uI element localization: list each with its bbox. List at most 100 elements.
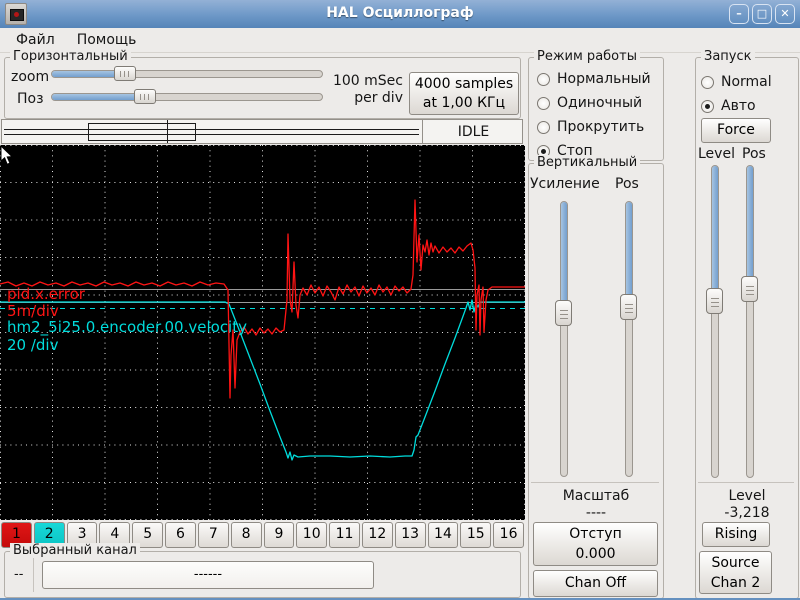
divider — [698, 482, 794, 483]
menu-file[interactable]: Файл — [6, 29, 65, 51]
horizontal-panel-label: Горизонтальный — [10, 49, 131, 64]
zoom-slider-track — [51, 70, 323, 78]
pos-slider-track — [51, 93, 323, 101]
pos-slider-handle[interactable] — [134, 89, 156, 104]
record-position-strip: IDLE — [1, 119, 523, 144]
scale-caption: Масштаб — [562, 488, 630, 504]
samples-count: 4000 samples — [414, 75, 514, 92]
channel-button-8[interactable]: 8 — [230, 522, 262, 548]
edge-button[interactable]: Rising — [702, 522, 770, 547]
trigger-pos-slider-track — [746, 165, 754, 478]
run-mode-single[interactable]: Одиночный — [537, 95, 642, 111]
samples-button[interactable]: 4000 samples at 1,00 КГц — [409, 72, 519, 115]
channel-button-15[interactable]: 15 — [460, 522, 492, 548]
trigger-pos-slider-fill — [747, 166, 753, 291]
channel-button-6[interactable]: 6 — [165, 522, 196, 548]
vertical-panel-label: Вертикальный — [534, 155, 641, 170]
trigger-auto-label: Авто — [721, 98, 756, 114]
pos-slider-fill — [52, 94, 147, 100]
horizontal-panel: Горизонтальный zoom Поз 100 mSec per div… — [4, 49, 521, 119]
source-button-label: Source — [711, 554, 760, 571]
trigger-pos-slider[interactable] — [741, 165, 758, 478]
source-button[interactable]: Source Chan 2 — [699, 551, 772, 594]
vertical-pos-slider-track — [625, 201, 633, 477]
offset-button[interactable]: Отступ 0.000 — [533, 522, 658, 566]
gain-slider-label: Усиление — [530, 176, 600, 192]
channel-button-13[interactable]: 13 — [394, 522, 426, 548]
run-mode-normal[interactable]: Нормальный — [537, 71, 651, 87]
level-value: -3,218 — [724, 505, 770, 521]
mouse-cursor — [0, 145, 14, 165]
trigger-panel-label: Запуск — [701, 49, 755, 64]
record-trigger-mark — [167, 120, 168, 143]
zoom-slider-label: zoom — [11, 69, 50, 85]
selected-channel-source-button[interactable]: ------ — [42, 561, 374, 589]
zoom-slider-handle[interactable] — [114, 66, 136, 81]
level-slider-fill — [712, 166, 718, 303]
vertical-pos-slider-handle[interactable] — [620, 294, 637, 320]
radio-icon — [701, 75, 714, 89]
trigger-normal-label: Normal — [721, 74, 772, 90]
level-slider-track — [711, 165, 719, 478]
radio-icon — [537, 96, 550, 110]
level-slider-label: Level — [698, 146, 735, 162]
selected-channel-panel: Выбранный канал -- ------ — [4, 543, 521, 598]
channel2-pin-label: hm2_5i25.0.encoder.00.velocity — [7, 318, 247, 336]
titlebar[interactable]: HAL Осциллограф – □ ✕ — [0, 0, 800, 28]
force-button[interactable]: Force — [701, 118, 771, 143]
maximize-button[interactable]: □ — [752, 4, 772, 24]
vertical-pos-slider[interactable] — [620, 201, 637, 477]
radio-icon — [701, 99, 714, 113]
channel-button-10[interactable]: 10 — [296, 522, 328, 548]
channel-button-16[interactable]: 16 — [493, 522, 524, 548]
run-mode-panel-label: Режим работы — [534, 49, 640, 64]
pos-slider[interactable] — [51, 89, 323, 104]
gain-slider-handle[interactable] — [555, 300, 572, 326]
selected-channel-number: -- — [14, 567, 24, 582]
close-button[interactable]: ✕ — [775, 4, 795, 24]
radio-icon — [537, 120, 550, 134]
run-mode-roll[interactable]: Прокрутить — [537, 119, 644, 135]
time-per-div-value: 100 mSec — [332, 73, 403, 89]
minimize-button[interactable]: – — [729, 4, 749, 24]
channel-button-14[interactable]: 14 — [427, 522, 459, 548]
trigger-auto[interactable]: Авто — [701, 98, 756, 114]
scope-display: pid.x.error 5m/div hm2_5i25.0.encoder.00… — [0, 145, 525, 520]
offset-button-value: 0.000 — [575, 546, 616, 562]
vertical-panel: Вертикальный Усиление Pos Масштаб ---- О… — [528, 155, 664, 598]
channel-button-12[interactable]: 12 — [361, 522, 393, 548]
trigger-pos-slider-label: Pos — [742, 146, 766, 162]
zoom-slider[interactable] — [51, 66, 323, 81]
channel-button-11[interactable]: 11 — [329, 522, 360, 548]
gain-slider[interactable] — [555, 201, 572, 477]
channel2-scale-label: 20 /div — [7, 336, 59, 354]
radio-icon — [537, 72, 550, 86]
trigger-normal[interactable]: Normal — [701, 74, 772, 90]
vertical-pos-slider-fill — [626, 202, 632, 309]
record-window-box — [88, 123, 196, 141]
chan-off-button[interactable]: Chan Off — [533, 570, 658, 597]
source-button-value: Chan 2 — [710, 574, 761, 591]
trigger-pos-slider-handle[interactable] — [741, 276, 758, 302]
channel-button-9[interactable]: 9 — [263, 522, 295, 548]
run-mode-panel: Режим работы Нормальный Одиночный Прокру… — [528, 49, 664, 161]
scale-value: ---- — [585, 505, 607, 521]
level-slider-handle[interactable] — [706, 288, 723, 314]
divider — [531, 482, 659, 483]
samples-rate: at 1,00 КГц — [422, 94, 506, 111]
divider — [33, 558, 34, 592]
window-controls: – □ ✕ — [729, 4, 795, 24]
channel1-pin-label: pid.x.error — [7, 285, 85, 303]
record-line — [4, 129, 419, 135]
offset-button-label: Отступ — [569, 526, 622, 542]
selected-channel-panel-label: Выбранный канал — [10, 543, 140, 558]
run-mode-roll-label: Прокрутить — [557, 119, 645, 135]
level-slider[interactable] — [706, 165, 723, 478]
gain-slider-fill — [561, 202, 567, 315]
time-per-div-label: 100 mSec per div — [288, 73, 403, 107]
vertical-pos-slider-label: Pos — [615, 176, 639, 192]
menu-help[interactable]: Помощь — [67, 29, 147, 51]
channel-button-7[interactable]: 7 — [197, 522, 229, 548]
run-mode-single-label: Одиночный — [557, 95, 643, 111]
pos-slider-label: Поз — [17, 91, 44, 107]
